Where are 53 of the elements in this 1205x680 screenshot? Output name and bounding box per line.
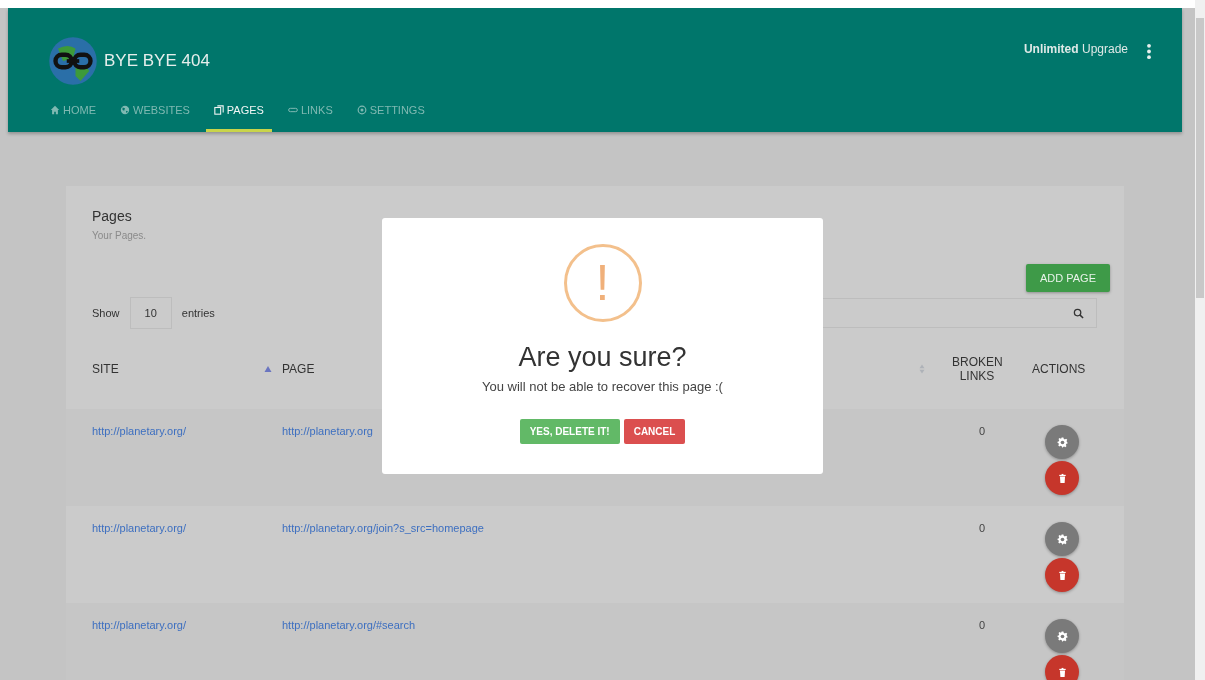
gear-icon: [1056, 533, 1068, 545]
broken-links-count: 0: [978, 425, 986, 437]
entries-select[interactable]: 10: [129, 297, 172, 329]
gear-icon: [1056, 436, 1068, 448]
nav-tab[interactable]: SETTINGS: [348, 90, 433, 132]
add-page-button[interactable]: ADD PAGE: [1025, 264, 1110, 292]
column-header[interactable]: BROKEN LINKS: [952, 355, 1002, 383]
settings-icon: [356, 104, 367, 115]
site-link[interactable]: http://planetary.org/: [92, 522, 186, 534]
cancel-button[interactable]: CANCEL: [623, 419, 686, 444]
page-link[interactable]: http://planetary.org/#search: [282, 619, 416, 631]
show-label: Show: [92, 307, 120, 319]
search-icon: [1073, 307, 1084, 319]
broken-links-count: 0: [978, 619, 986, 631]
site-link[interactable]: http://planetary.org/: [92, 425, 186, 437]
nav-tab[interactable]: PAGES: [205, 90, 272, 132]
sort-ascending-icon[interactable]: [264, 364, 272, 374]
column-header[interactable]: PAGE: [282, 362, 315, 376]
card-title: Pages: [92, 208, 133, 224]
page-link[interactable]: http://planetary.org: [282, 425, 373, 437]
nav-tab[interactable]: WEBSITES: [112, 90, 198, 132]
trash-icon: [1056, 569, 1068, 581]
home-icon: [50, 104, 60, 115]
gear-icon: [1056, 630, 1068, 642]
settings-button[interactable]: [1045, 522, 1079, 556]
nav-tab[interactable]: HOME: [42, 90, 104, 132]
trash-icon: [1056, 666, 1068, 678]
globe-icon: [120, 104, 130, 115]
column-header[interactable]: SITE: [92, 362, 119, 376]
upgrade-link[interactable]: Unlimited Upgrade: [1023, 41, 1128, 56]
trash-icon: [1056, 472, 1068, 484]
scrollbar[interactable]: [1195, 0, 1205, 680]
pages-icon: [213, 104, 224, 115]
dialog-message: You will not be able to recover this page :(: [482, 379, 723, 394]
column-header[interactable]: ACTIONS: [1032, 362, 1086, 376]
settings-button[interactable]: [1045, 425, 1079, 459]
globe-chain-logo-icon: [48, 36, 98, 86]
site-link[interactable]: http://planetary.org/: [92, 619, 186, 631]
confirm-delete-button[interactable]: YES, DELETE IT!: [519, 419, 620, 444]
settings-button[interactable]: [1045, 619, 1079, 653]
warning-icon: !: [563, 244, 642, 322]
broken-links-count: 0: [978, 522, 986, 534]
brand-name[interactable]: BYE BYE 404: [104, 51, 210, 71]
delete-button[interactable]: [1045, 461, 1079, 495]
page-link[interactable]: http://planetary.org/join?s_src=homepage: [282, 522, 484, 534]
delete-button[interactable]: [1045, 655, 1079, 680]
search-field[interactable]: [821, 298, 1097, 328]
more-menu-icon[interactable]: [1146, 43, 1152, 60]
card-subtitle: Your Pages.: [92, 230, 148, 241]
nav-tab[interactable]: LINKS: [279, 90, 341, 132]
dialog-title: Are you sure?: [518, 342, 687, 373]
entries-label: entries: [181, 307, 215, 319]
delete-button[interactable]: [1045, 558, 1079, 592]
